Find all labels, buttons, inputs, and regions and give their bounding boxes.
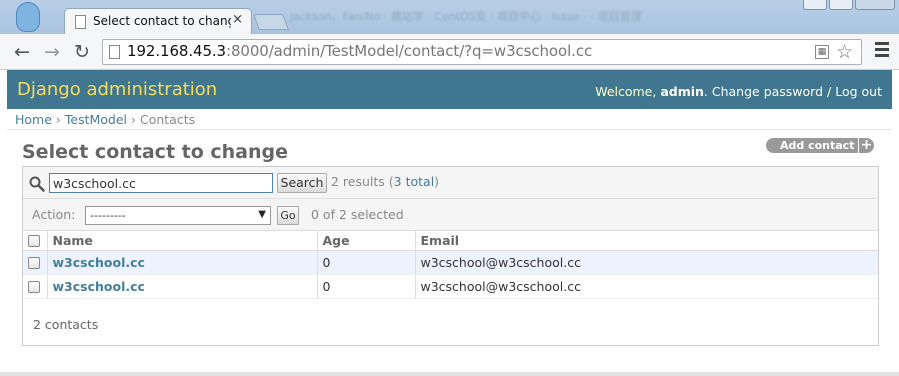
go-button[interactable]: Go: [277, 206, 299, 225]
breadcrumb-home[interactable]: Home: [15, 112, 52, 127]
dropdown-arrow-icon: ▼: [258, 209, 266, 220]
horizontal-scrollbar[interactable]: [0, 372, 899, 376]
search-input[interactable]: [49, 173, 273, 193]
separator: .: [703, 84, 712, 99]
select-all-cell: [23, 231, 47, 251]
action-selected-option: ---------: [90, 209, 126, 222]
plus-icon[interactable]: +: [858, 138, 874, 153]
action-counter: 0 of 2 selected: [311, 207, 404, 222]
name-cell: w3cschool.cc: [46, 250, 317, 275]
menu-icon[interactable]: [875, 42, 889, 60]
results-prefix: 2 results (: [331, 174, 394, 189]
change-password-link[interactable]: Change password: [712, 84, 823, 99]
url-path: :8000/admin/TestModel/contact/?q=w3cscho…: [226, 42, 593, 60]
results-table: Name Age Email w3cschool.cc 0 w3cschool@…: [23, 231, 878, 299]
logout-link[interactable]: Log out: [835, 84, 882, 99]
page-icon: [75, 15, 86, 29]
browser-tabstrip: Select contact to change × jackson、Fan/N…: [0, 0, 899, 34]
email-cell: w3cschool@w3cschool.cc: [414, 274, 878, 299]
user-tools: Welcome, admin. Change password / Log ou…: [595, 84, 882, 99]
background-tabs[interactable]: jackson、Fan/No · 建站学 · CentOS安 · 项目中心 · …: [290, 8, 810, 28]
breadcrumb-separator: ›: [51, 112, 65, 127]
forward-arrow-icon[interactable]: →: [40, 40, 64, 64]
action-select[interactable]: --------- ▼: [85, 206, 271, 225]
actions-toolbar: Action: --------- ▼ Go 0 of 2 selected: [23, 199, 878, 231]
back-arrow-icon[interactable]: ←: [10, 40, 34, 64]
breadcrumb: Home › TestModel › Contacts: [7, 109, 892, 130]
browser-toolbar: ← → ↻ 192.168.45.3:8000/admin/TestModel/…: [0, 34, 899, 70]
column-header-name[interactable]: Name: [46, 231, 317, 251]
search-toolbar: Search 2 results (3 total): [23, 167, 878, 199]
new-tab-button[interactable]: [253, 14, 289, 30]
age-cell: 0: [316, 250, 415, 275]
paginator: 2 contacts: [33, 317, 99, 332]
row-select-cell: [23, 250, 47, 275]
changelist: Search 2 results (3 total) Action: -----…: [22, 166, 879, 346]
maximize-button[interactable]: [829, 0, 853, 10]
browser-tab-active[interactable]: Select contact to change ×: [64, 8, 252, 34]
column-header-age[interactable]: Age: [316, 231, 415, 251]
admin-header: Django administration Welcome, admin. Ch…: [7, 70, 892, 109]
breadcrumb-separator: ›: [127, 112, 140, 127]
select-all-checkbox[interactable]: [28, 235, 40, 248]
url-host: 192.168.45.3: [127, 42, 226, 60]
page-title: Select contact to change: [22, 141, 289, 163]
tab-title: Select contact to change: [93, 14, 231, 28]
address-bar[interactable]: 192.168.45.3:8000/admin/TestModel/contac…: [102, 39, 862, 65]
separator: /: [823, 84, 836, 99]
row-checkbox[interactable]: [28, 257, 40, 269]
url-text[interactable]: 192.168.45.3:8000/admin/TestModel/contac…: [127, 42, 592, 60]
breadcrumb-app[interactable]: TestModel: [65, 112, 127, 127]
action-label: Action:: [32, 207, 76, 222]
username: admin: [660, 84, 704, 99]
page-icon: [109, 45, 120, 59]
search-icon: [29, 176, 45, 192]
minimize-button[interactable]: [803, 0, 827, 10]
age-cell: 0: [316, 274, 415, 299]
tab-close-icon[interactable]: ×: [232, 12, 243, 27]
name-cell: w3cschool.cc: [46, 274, 317, 299]
window-controls: [803, 0, 895, 14]
table-row: w3cschool.cc 0 w3cschool@w3cschool.cc: [23, 274, 878, 299]
site-branding[interactable]: Django administration: [17, 79, 217, 100]
table-header-row: Name Age Email: [23, 231, 878, 251]
breadcrumb-current: Contacts: [139, 112, 196, 127]
close-window-button[interactable]: [855, 0, 895, 10]
welcome-text: Welcome,: [595, 84, 661, 99]
column-header-email[interactable]: Email: [414, 231, 878, 251]
contact-link[interactable]: w3cschool.cc: [53, 279, 145, 294]
show-all-link[interactable]: 3 total: [394, 174, 435, 189]
results-suffix: ): [434, 174, 440, 189]
search-button[interactable]: Search: [277, 173, 327, 193]
table-row: w3cschool.cc 0 w3cschool@w3cschool.cc: [23, 250, 878, 275]
browser-profile-icon[interactable]: [16, 2, 40, 32]
bookmark-star-icon[interactable]: ☆: [836, 41, 853, 63]
reload-icon[interactable]: ↻: [70, 40, 94, 64]
translate-icon[interactable]: ▦: [815, 45, 829, 59]
search-results-count: 2 results (3 total): [331, 174, 439, 189]
contact-link[interactable]: w3cschool.cc: [53, 255, 145, 270]
row-checkbox[interactable]: [28, 281, 40, 293]
add-contact-button[interactable]: Add contact +: [766, 138, 876, 153]
email-cell: w3cschool@w3cschool.cc: [414, 250, 878, 275]
row-select-cell: [23, 274, 47, 299]
add-contact-label[interactable]: Add contact: [766, 138, 860, 153]
